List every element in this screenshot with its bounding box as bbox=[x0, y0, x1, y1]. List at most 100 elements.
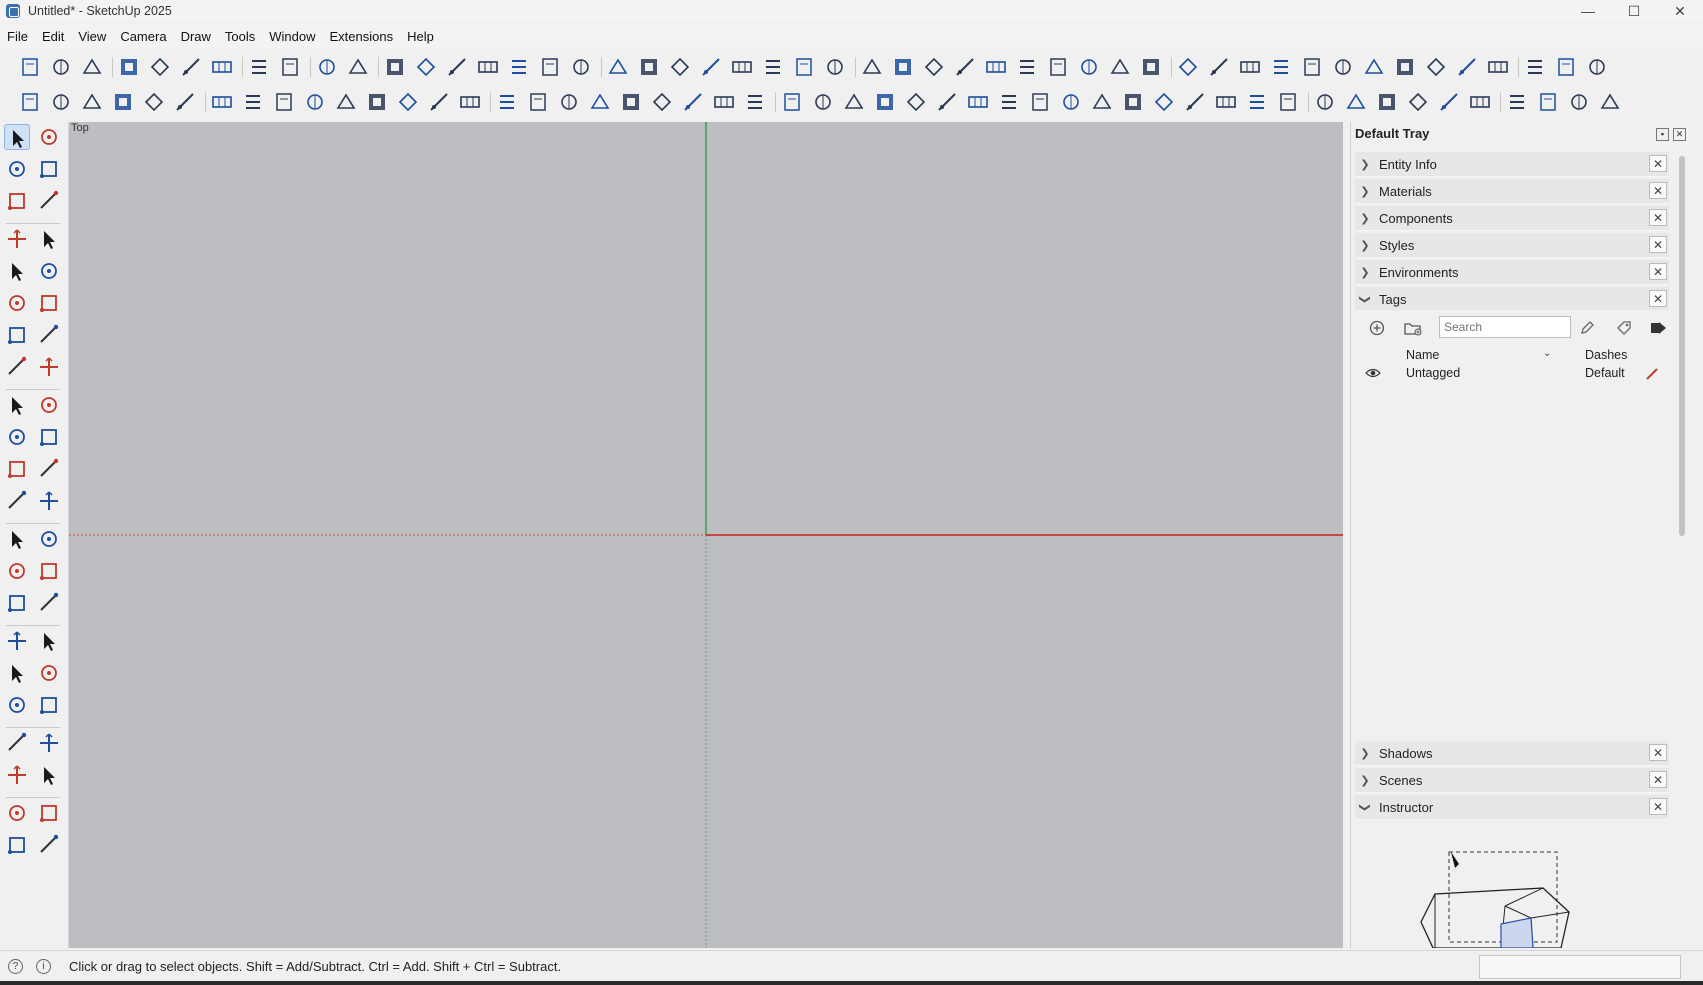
text-icon[interactable] bbox=[1207, 55, 1231, 79]
tag-eraser-icon[interactable] bbox=[36, 188, 62, 214]
grid-blocks-icon[interactable] bbox=[272, 90, 296, 114]
users-icon[interactable] bbox=[1344, 90, 1368, 114]
follow-me-icon[interactable] bbox=[36, 424, 62, 450]
irr-icon[interactable] bbox=[1245, 90, 1269, 114]
panel-close-button[interactable]: ✕ bbox=[1649, 155, 1667, 172]
eraser-icon[interactable] bbox=[36, 156, 62, 182]
pencil-icon[interactable] bbox=[1577, 318, 1597, 338]
columns-icon[interactable] bbox=[210, 90, 234, 114]
link-icon[interactable] bbox=[712, 90, 736, 114]
cars-icon[interactable] bbox=[891, 55, 915, 79]
chart-icon[interactable] bbox=[966, 90, 990, 114]
sliders-icon[interactable] bbox=[1090, 90, 1114, 114]
look-around-icon[interactable] bbox=[4, 762, 30, 788]
tag-dashes[interactable]: Default bbox=[1585, 366, 1625, 380]
matrix-icon[interactable] bbox=[495, 90, 519, 114]
new-file-icon[interactable] bbox=[18, 55, 42, 79]
push-pull-icon[interactable] bbox=[36, 392, 62, 418]
layers-icon[interactable] bbox=[1152, 90, 1176, 114]
3d-text-icon[interactable] bbox=[36, 590, 62, 616]
play-icon[interactable] bbox=[1598, 90, 1622, 114]
refresh-icon[interactable] bbox=[1468, 90, 1492, 114]
cube-icon[interactable] bbox=[1331, 55, 1355, 79]
panel-close-button[interactable]: ✕ bbox=[1649, 798, 1667, 815]
delete-icon[interactable] bbox=[210, 55, 234, 79]
cross-tool-icon[interactable] bbox=[1554, 55, 1578, 79]
measure-tape-icon[interactable] bbox=[904, 90, 928, 114]
panel-entity-info[interactable]: ❯ Entity Info ✕ bbox=[1355, 152, 1669, 177]
menu-camera[interactable]: Camera bbox=[113, 29, 173, 44]
redo-icon[interactable] bbox=[278, 55, 302, 79]
tree-icon[interactable] bbox=[1238, 55, 1262, 79]
info-icon[interactable]: i bbox=[36, 959, 51, 974]
graph-icon[interactable] bbox=[1077, 55, 1101, 79]
geo-location-icon[interactable]: ? bbox=[8, 959, 23, 974]
add-tag-folder-icon[interactable] bbox=[1403, 318, 1423, 338]
print-icon[interactable] bbox=[315, 55, 339, 79]
axis-tool-icon[interactable] bbox=[780, 90, 804, 114]
model-viewport[interactable]: Top bbox=[69, 122, 1343, 948]
expand-icon[interactable] bbox=[1523, 55, 1547, 79]
network-icon[interactable] bbox=[1108, 55, 1132, 79]
pie-icon[interactable] bbox=[4, 354, 30, 380]
rotated-rectangle-icon[interactable] bbox=[36, 258, 62, 284]
scale-icon[interactable] bbox=[1424, 55, 1448, 79]
sun-icon[interactable] bbox=[49, 90, 73, 114]
bin-icon[interactable] bbox=[334, 90, 358, 114]
settings-gear-icon[interactable] bbox=[1313, 90, 1337, 114]
house-icon[interactable] bbox=[1176, 55, 1200, 79]
flip-axes-icon[interactable] bbox=[4, 488, 30, 514]
auto-icon[interactable] bbox=[1046, 55, 1070, 79]
lock-number-icon[interactable] bbox=[792, 55, 816, 79]
hide-icon[interactable] bbox=[1455, 55, 1479, 79]
section-plane-icon[interactable] bbox=[36, 762, 62, 788]
eye-icon[interactable] bbox=[1365, 366, 1381, 383]
open-folder-icon[interactable] bbox=[49, 55, 73, 79]
menu-draw[interactable]: Draw bbox=[174, 29, 218, 44]
menu-extensions[interactable]: Extensions bbox=[323, 29, 401, 44]
arc-icon[interactable] bbox=[4, 322, 30, 348]
select-arrow-icon[interactable] bbox=[4, 124, 30, 150]
zoom-extents-tool-icon[interactable] bbox=[4, 692, 30, 718]
bottom-view-icon[interactable] bbox=[569, 55, 593, 79]
close-window-button[interactable]: ✕ bbox=[1657, 0, 1703, 22]
menu-tools[interactable]: Tools bbox=[218, 29, 262, 44]
cloud-upload-icon[interactable] bbox=[1437, 90, 1461, 114]
axes-icon[interactable] bbox=[1300, 55, 1324, 79]
vertical-dimension-icon[interactable] bbox=[668, 55, 692, 79]
add-tag-icon[interactable] bbox=[1367, 318, 1387, 338]
compress-icon[interactable] bbox=[1585, 55, 1609, 79]
spark-tool-icon[interactable] bbox=[427, 90, 451, 114]
panel-materials[interactable]: ❯ Materials ✕ bbox=[1355, 179, 1669, 204]
export-icon[interactable] bbox=[1139, 55, 1163, 79]
slope-icon[interactable] bbox=[699, 55, 723, 79]
previous-view-icon[interactable] bbox=[36, 692, 62, 718]
tent-icon[interactable] bbox=[142, 90, 166, 114]
frame-icon[interactable] bbox=[111, 90, 135, 114]
mirror-icon[interactable] bbox=[36, 488, 62, 514]
undo-icon[interactable] bbox=[247, 55, 271, 79]
branch-icon[interactable] bbox=[935, 90, 959, 114]
protractor-icon[interactable] bbox=[4, 558, 30, 584]
ramp-icon[interactable] bbox=[823, 55, 847, 79]
pin-box-icon[interactable] bbox=[1393, 55, 1417, 79]
model-info-icon[interactable] bbox=[346, 55, 370, 79]
triangle-icon[interactable] bbox=[1486, 55, 1510, 79]
position-camera-icon[interactable] bbox=[4, 730, 30, 756]
paint-bucket-icon[interactable] bbox=[4, 156, 30, 182]
mountain-icon[interactable] bbox=[173, 90, 197, 114]
top-view-icon[interactable] bbox=[414, 55, 438, 79]
database-icon[interactable] bbox=[1505, 90, 1529, 114]
chevron-down-icon[interactable]: ⌄ bbox=[1543, 348, 1551, 359]
panel-close-button[interactable]: ✕ bbox=[1649, 236, 1667, 253]
dropbox-icon[interactable] bbox=[1121, 90, 1145, 114]
menu-file[interactable]: File bbox=[0, 29, 35, 44]
tape-measure-icon[interactable] bbox=[4, 526, 30, 552]
grid-icon[interactable] bbox=[922, 55, 946, 79]
stamp-icon[interactable] bbox=[4, 832, 30, 858]
component-icon[interactable] bbox=[4, 188, 30, 214]
zoom-icon[interactable] bbox=[4, 660, 30, 686]
loss-icon[interactable] bbox=[1536, 90, 1560, 114]
zoom-window-tool-icon[interactable] bbox=[36, 660, 62, 686]
minimize-button[interactable]: — bbox=[1565, 0, 1611, 22]
